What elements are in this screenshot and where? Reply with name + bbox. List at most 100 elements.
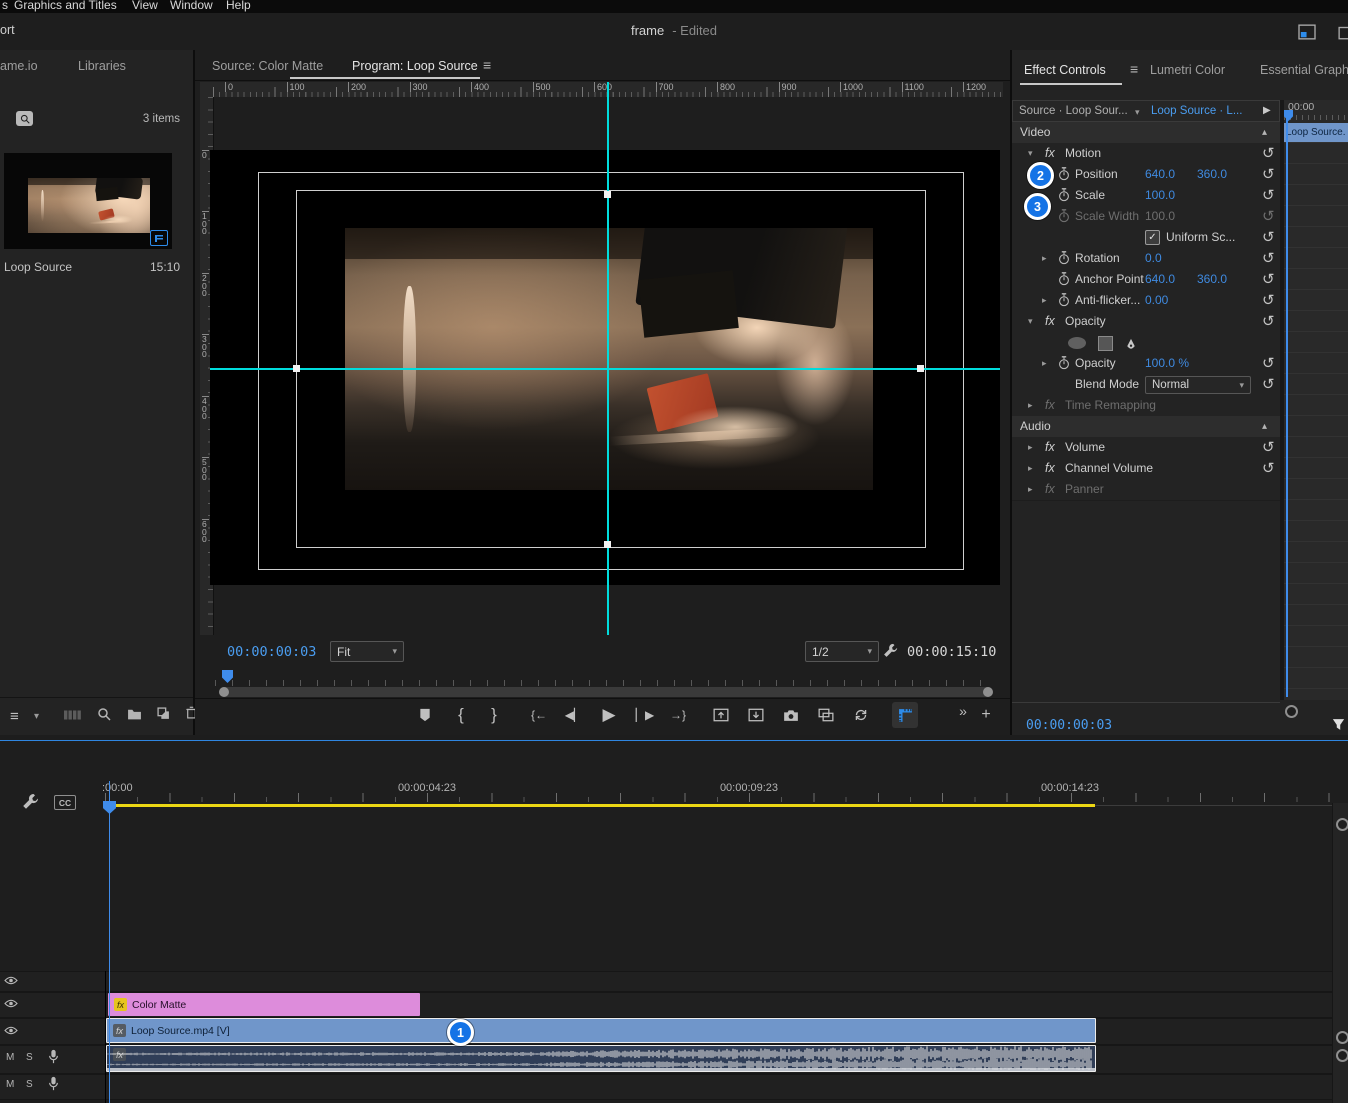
effect-controls-timecode[interactable]: 00:00:00:03 — [1026, 718, 1112, 733]
transform-handle-right[interactable] — [917, 365, 924, 372]
reset-icon[interactable]: ↺ — [1262, 374, 1275, 394]
timeline-vscroll-handle-2[interactable] — [1336, 1049, 1348, 1062]
a1-voiceover-mic-icon[interactable] — [48, 1049, 59, 1064]
channel-volume-effect-row[interactable]: ▸ fx Channel Volume ↺ — [1012, 458, 1280, 480]
pen-mask-icon[interactable] — [1124, 335, 1138, 355]
loop-source-video-clip[interactable]: fx Loop Source.mp4 [V] — [106, 1018, 1096, 1043]
work-area-bar[interactable] — [108, 804, 1095, 807]
position-y-value[interactable]: 360.0 — [1197, 164, 1227, 184]
monitor-scrollbar[interactable] — [220, 687, 992, 697]
tab-source-monitor[interactable]: Source: Color Matte — [212, 59, 323, 73]
zoom-level-select[interactable]: Fit▾ — [330, 641, 404, 662]
panel-menu-icon[interactable]: ≡ — [1130, 61, 1138, 77]
stopwatch-icon[interactable] — [1058, 164, 1070, 184]
opacity-value[interactable]: 100.0 % — [1145, 353, 1189, 373]
go-to-out-button[interactable]: →} — [665, 702, 691, 728]
reset-icon[interactable]: ↺ — [1262, 185, 1275, 205]
reset-icon[interactable]: ↺ — [1262, 458, 1275, 478]
lane-clip-bar[interactable]: Loop Source. — [1284, 123, 1348, 142]
extract-button[interactable] — [743, 702, 769, 728]
uniform-scale-row[interactable]: ✓ Uniform Sc... ↺ — [1012, 227, 1280, 249]
tab-essential-graphics[interactable]: Essential Graphics — [1260, 63, 1348, 77]
anchor-point-param-row[interactable]: Anchor Point 640.0 360.0 ↺ — [1012, 269, 1280, 291]
anti-flicker-value[interactable]: 0.00 — [1145, 290, 1168, 310]
v3-track-output-eye-icon[interactable] — [4, 976, 18, 985]
reset-icon[interactable]: ↺ — [1262, 269, 1275, 289]
export-frame-button[interactable] — [778, 702, 804, 728]
anti-flicker-param-row[interactable]: ▸ Anti-flicker... 0.00 ↺ — [1012, 290, 1280, 312]
zoom-icon[interactable] — [97, 707, 111, 721]
go-to-in-button[interactable]: {← — [526, 702, 552, 728]
workspaces-icon[interactable] — [1297, 24, 1317, 40]
monitor-scrub-ticks[interactable] — [215, 680, 995, 686]
anchor-y-value[interactable]: 360.0 — [1197, 269, 1227, 289]
clip-thumbnail[interactable] — [4, 153, 172, 249]
playhead-timecode[interactable]: 00:00:00:03 — [227, 644, 316, 660]
menu-item-window[interactable]: Window — [170, 0, 213, 13]
track-v3-row[interactable] — [0, 971, 1332, 992]
anchor-x-value[interactable]: 640.0 — [1145, 269, 1175, 289]
volume-effect-row[interactable]: ▸ fx Volume ↺ — [1012, 437, 1280, 459]
rotation-value[interactable]: 0.0 — [1145, 248, 1162, 268]
reset-icon[interactable]: ↺ — [1262, 248, 1275, 268]
stopwatch-icon[interactable] — [1058, 185, 1070, 205]
filter-properties-icon[interactable] — [1332, 718, 1345, 731]
tab-program-monitor[interactable]: Program: Loop Source — [352, 59, 478, 73]
position-x-value[interactable]: 640.0 — [1145, 164, 1175, 184]
a1-solo-button[interactable]: S — [26, 1052, 33, 1063]
lane-zoom-handle[interactable] — [1285, 705, 1298, 718]
reset-icon[interactable]: ↺ — [1262, 227, 1275, 247]
clip-name[interactable]: Loop Source — [4, 260, 72, 274]
panner-effect-row[interactable]: ▸ fx Panner — [1012, 479, 1280, 501]
button-editor-add[interactable]: + — [973, 702, 999, 728]
playback-resolution-select[interactable]: 1/2▾ — [805, 641, 879, 662]
loop-source-audio-clip[interactable]: fx — [106, 1045, 1096, 1072]
list-view-icon[interactable]: ≡ — [10, 708, 19, 725]
timeline-settings-wrench-icon[interactable] — [22, 793, 39, 810]
reset-icon[interactable]: ↺ — [1262, 143, 1275, 163]
reset-icon[interactable]: ↺ — [1262, 311, 1275, 331]
a1-mute-button[interactable]: M — [6, 1052, 14, 1063]
tab-frameio[interactable]: ame.io — [0, 59, 38, 73]
mark-in-button[interactable]: { — [448, 702, 474, 728]
search-bin-icon[interactable] — [16, 111, 33, 126]
stopwatch-icon[interactable] — [1058, 248, 1070, 268]
timeline-ruler[interactable]: :00:0000:00:04:2300:00:09:2300:00:14:23 — [105, 779, 1332, 803]
step-back-button[interactable]: ◀▏ — [561, 702, 587, 728]
step-forward-button[interactable]: ▏▶ — [632, 702, 658, 728]
new-bin-icon[interactable] — [127, 708, 142, 720]
transform-handle-top[interactable] — [604, 191, 611, 198]
stopwatch-icon[interactable] — [1058, 353, 1070, 373]
reset-icon[interactable]: ↺ — [1262, 164, 1275, 184]
opacity-param-row[interactable]: ▸ Opacity 100.0 % ↺ — [1012, 353, 1280, 375]
a2-mute-button[interactable]: M — [6, 1079, 14, 1090]
chevron-down-icon[interactable]: ▾ — [1135, 107, 1140, 118]
header-mode-fragment[interactable]: ort — [0, 23, 15, 37]
time-remapping-row[interactable]: ▸ fx Time Remapping — [1012, 395, 1280, 417]
ellipse-mask-icon[interactable] — [1068, 337, 1086, 349]
v1-track-output-eye-icon[interactable] — [4, 1026, 18, 1035]
color-matte-clip[interactable]: fx Color Matte — [108, 993, 420, 1016]
settings-wrench-icon[interactable] — [883, 643, 898, 658]
reset-icon[interactable]: ↺ — [1262, 353, 1275, 373]
v2-track-output-eye-icon[interactable] — [4, 999, 18, 1008]
reset-icon[interactable]: ↺ — [1262, 290, 1275, 310]
timeline-vscroll-handle-top[interactable] — [1336, 818, 1348, 831]
scrollbar-handle-right[interactable] — [983, 687, 993, 697]
video-section-header[interactable]: Video ▴ — [1012, 122, 1280, 144]
loop-button[interactable] — [848, 702, 874, 728]
menu-item-help[interactable]: Help — [226, 0, 251, 13]
insert-button[interactable] — [813, 702, 839, 728]
lift-button[interactable] — [708, 702, 734, 728]
sequence-clip-label[interactable]: Loop Source · L... — [1151, 105, 1242, 117]
menu-item-graphics[interactable]: Graphics and Titles — [14, 0, 117, 13]
motion-effect-row[interactable]: ▾ fx Motion ↺ — [1012, 143, 1280, 165]
blend-mode-row[interactable]: Blend Mode Normal▾ ↺ — [1012, 374, 1280, 396]
panel-menu-icon[interactable]: ≡ — [483, 57, 491, 73]
show-rulers-button[interactable] — [892, 702, 918, 728]
add-marker-button[interactable] — [412, 702, 438, 728]
rotation-param-row[interactable]: ▸ Rotation 0.0 ↺ — [1012, 248, 1280, 270]
audio-section-header[interactable]: Audio ▴ — [1012, 416, 1280, 438]
transform-handle-bottom[interactable] — [604, 541, 611, 548]
opacity-effect-row[interactable]: ▾ fx Opacity ↺ — [1012, 311, 1280, 333]
